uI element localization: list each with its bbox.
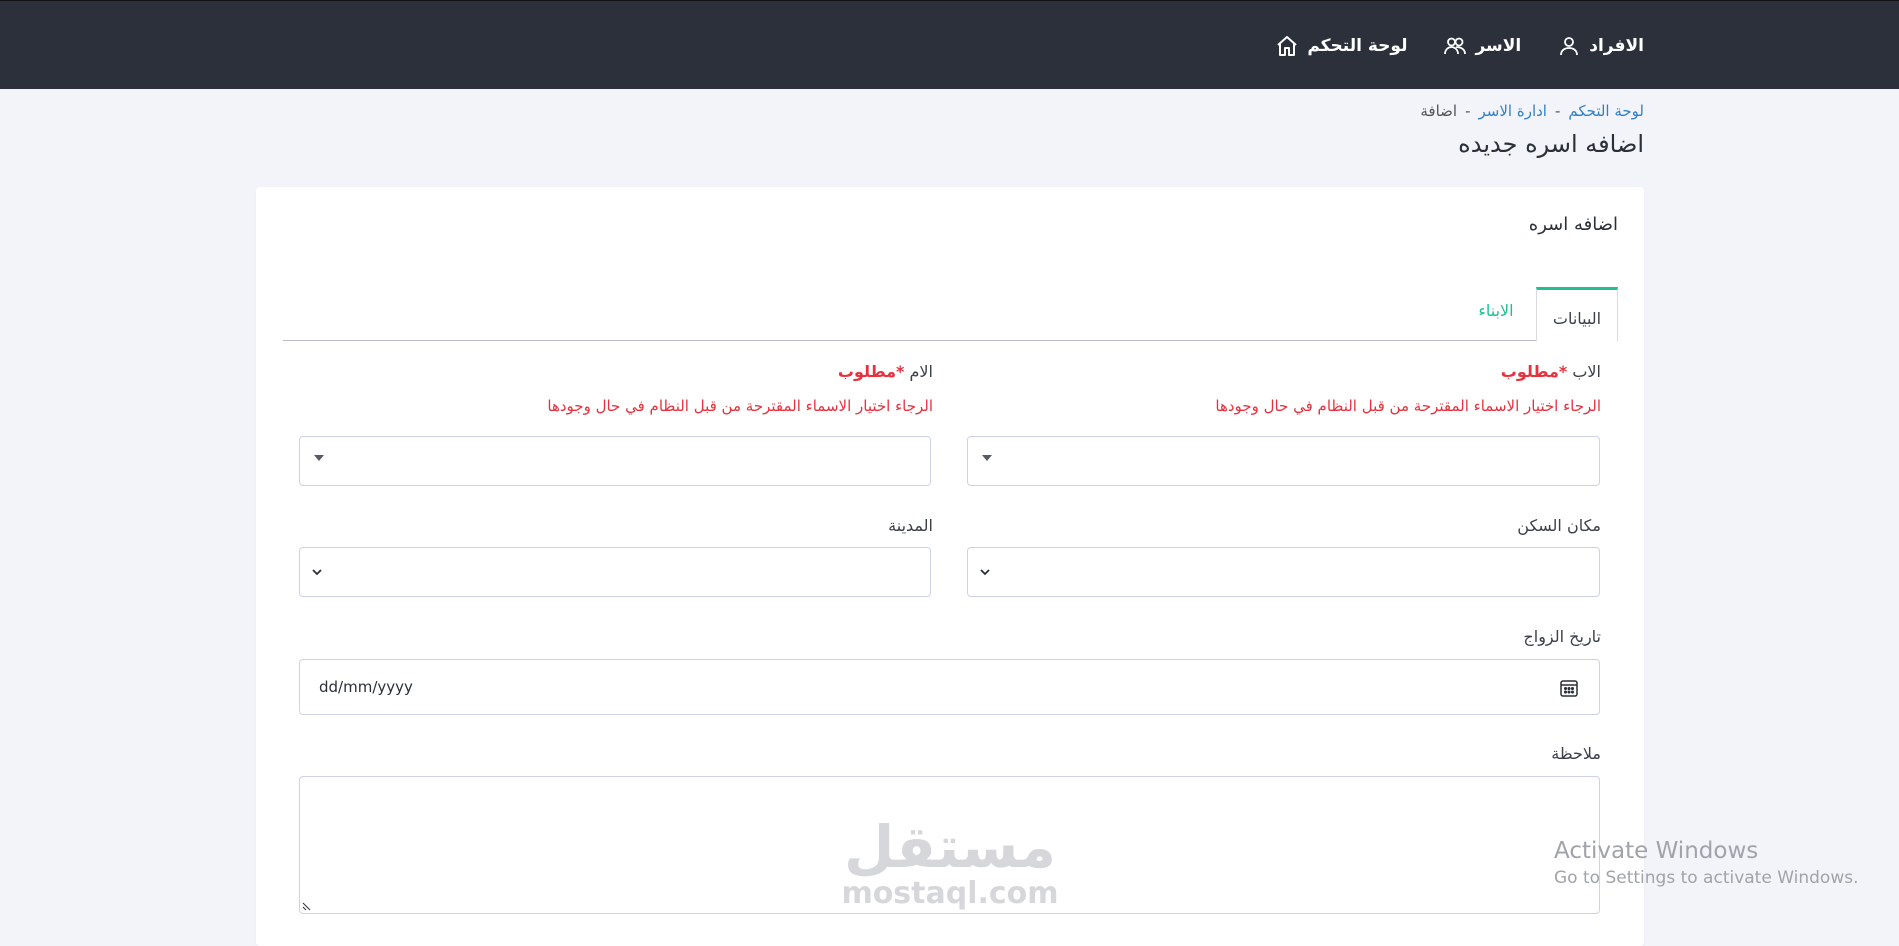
note-textarea[interactable] <box>299 776 1600 914</box>
city-select[interactable] <box>299 547 931 597</box>
father-label: الاب *مطلوب <box>1501 362 1601 381</box>
chevron-down-icon <box>980 569 990 576</box>
user-icon <box>1560 36 1579 55</box>
form-card: اضافه اسره البيانات الابناء الاب *مطلوب … <box>256 187 1644 946</box>
activate-windows-overlay: Activate Windows Go to Settings to activ… <box>1554 838 1859 888</box>
father-label-text: الاب <box>1572 362 1601 381</box>
page-title: اضافه اسره جديده <box>1458 130 1644 158</box>
home-icon <box>1277 35 1297 56</box>
mother-label: الام *مطلوب <box>838 362 933 381</box>
resize-handle-icon[interactable] <box>302 901 312 911</box>
activate-subtitle: Go to Settings to activate Windows. <box>1554 868 1859 888</box>
caret-down-icon <box>314 455 324 461</box>
tab-bar: البيانات الابناء <box>283 287 1618 342</box>
activate-title: Activate Windows <box>1554 838 1759 864</box>
nav-families[interactable]: الاسر <box>1443 34 1521 58</box>
residence-label: مكان السكن <box>1517 516 1601 535</box>
marriage-date-label: تاريخ الزواج <box>1523 627 1601 646</box>
users-icon <box>1444 37 1467 54</box>
residence-select[interactable] <box>967 547 1600 597</box>
mother-hint: الرجاء اختيار الاسماء المقترحة من قبل ال… <box>547 397 933 415</box>
nav-members-label: الافراد <box>1589 35 1644 56</box>
tab-data[interactable]: البيانات <box>1536 287 1618 342</box>
breadcrumb-home[interactable]: لوحة التحكم <box>1568 102 1644 120</box>
breadcrumb-separator: - <box>1554 102 1561 120</box>
caret-down-icon <box>982 455 992 461</box>
mother-label-text: الام <box>909 362 933 381</box>
date-placeholder: dd/mm/yyyy <box>319 678 413 696</box>
chevron-down-icon <box>312 569 322 576</box>
note-label: ملاحظة <box>1551 744 1601 763</box>
father-select[interactable] <box>967 436 1600 486</box>
card-title: اضافه اسره <box>1528 214 1618 235</box>
breadcrumb-families[interactable]: ادارة الاسر <box>1479 102 1547 120</box>
father-required: *مطلوب <box>1500 362 1568 381</box>
father-hint: الرجاء اختيار الاسماء المقترحة من قبل ال… <box>1215 397 1601 415</box>
mother-select[interactable] <box>299 436 931 486</box>
breadcrumb-current: اضافة <box>1420 102 1458 120</box>
tab-children[interactable]: الابناء <box>1466 287 1526 342</box>
top-navbar: لوحة التحكم الاسر الافراد <box>0 0 1899 89</box>
city-label: المدينة <box>888 516 933 535</box>
marriage-date-input[interactable]: dd/mm/yyyy <box>299 659 1600 715</box>
main-nav: لوحة التحكم الاسر الافراد <box>1275 1 1644 90</box>
calendar-icon[interactable] <box>1559 678 1579 698</box>
mother-required: *مطلوب <box>837 362 905 381</box>
nav-families-label: الاسر <box>1475 35 1522 56</box>
nav-members[interactable]: الافراد <box>1557 34 1644 58</box>
nav-dashboard[interactable]: لوحة التحكم <box>1275 34 1407 58</box>
breadcrumb: لوحة التحكم - ادارة الاسر - اضافة <box>1420 102 1644 120</box>
breadcrumb-separator: - <box>1465 102 1471 120</box>
nav-dashboard-label: لوحة التحكم <box>1307 35 1408 56</box>
